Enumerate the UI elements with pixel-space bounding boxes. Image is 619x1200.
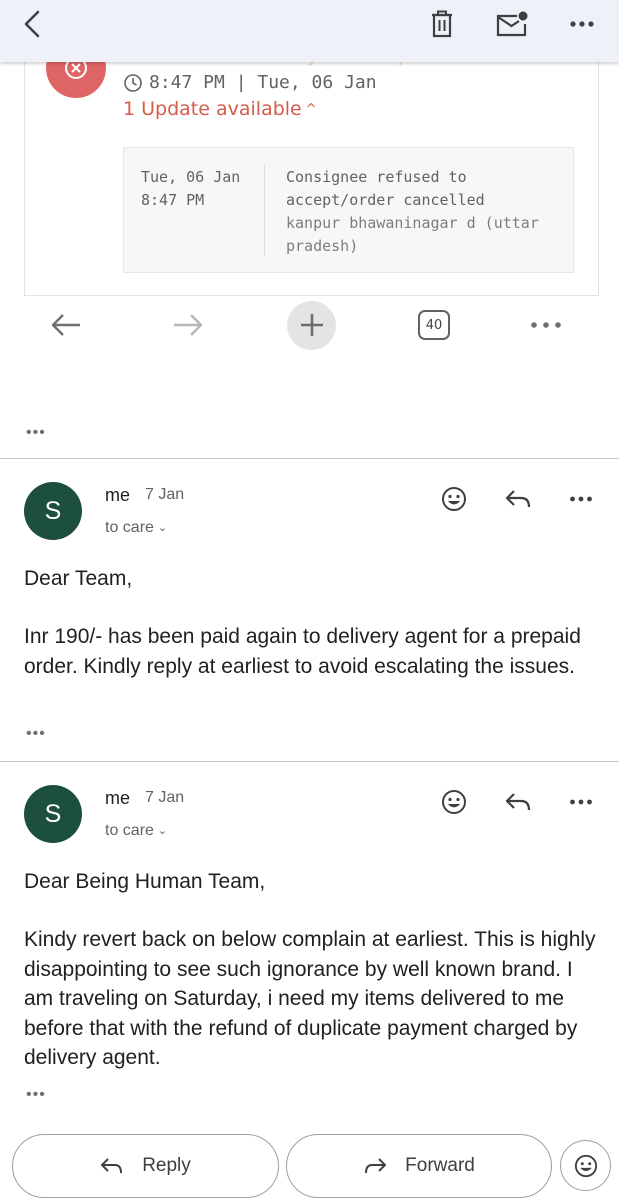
- chevron-up-icon: ^: [305, 102, 317, 117]
- chevron-down-icon: ⌄: [157, 522, 168, 534]
- forward-icon: [365, 1158, 387, 1174]
- plus-circle: [287, 300, 336, 350]
- chevron-left-icon: [24, 10, 40, 38]
- message-date: 7 Jan: [145, 789, 185, 806]
- reply-icon: [101, 1158, 123, 1174]
- top-toolbar: [0, 0, 619, 62]
- tracking-location: kanpur bhawaninagar d (uttar pradesh): [286, 214, 539, 255]
- update-available-label: 1 Update available: [123, 98, 302, 120]
- emoji-icon: [442, 790, 466, 814]
- page-count-button[interactable]: 40: [416, 300, 452, 350]
- message-more-button[interactable]: [563, 481, 599, 517]
- add-reaction-button[interactable]: [436, 481, 472, 517]
- sender-name: me: [105, 485, 131, 505]
- page-count: 40: [418, 310, 450, 340]
- forward-label: Forward: [405, 1155, 475, 1176]
- trash-icon: [432, 10, 452, 38]
- recipients-label: to care: [105, 519, 154, 536]
- add-button[interactable]: [287, 300, 336, 350]
- message-item: S me 7 Jan to care ⌄ Dear Being Human Tea…: [0, 762, 619, 1122]
- reply-icon-button[interactable]: [500, 481, 536, 517]
- reply-icon-button[interactable]: [500, 784, 536, 820]
- mark-unread-button[interactable]: [492, 6, 532, 42]
- reply-button[interactable]: Reply: [12, 1134, 279, 1198]
- more-options-button[interactable]: [562, 6, 602, 42]
- mail-badge-icon: [496, 11, 528, 37]
- show-trimmed-content-button[interactable]: •••: [26, 1087, 46, 1103]
- more-horizontal-icon: [570, 21, 594, 27]
- chevron-down-icon: ⌄: [157, 825, 168, 837]
- back-button[interactable]: [12, 6, 52, 42]
- emoji-icon: [574, 1154, 597, 1177]
- show-trimmed-content-button[interactable]: •••: [26, 425, 46, 441]
- recipients-label: to care: [105, 822, 154, 839]
- tracking-datetime: Tue, 06 Jan 8:47 PM: [141, 166, 251, 212]
- arrow-right-icon: [174, 314, 203, 336]
- clock-icon: [124, 73, 142, 92]
- avatar[interactable]: S: [24, 785, 82, 843]
- message-more-button[interactable]: [563, 784, 599, 820]
- message-greeting: Dear Being Human Team,: [24, 870, 266, 893]
- tracking-divider: [264, 164, 265, 256]
- avatar[interactable]: S: [24, 482, 82, 540]
- tracking-pager: 40: [0, 300, 619, 350]
- message-greeting: Dear Team,: [24, 567, 133, 590]
- delivery-time: 8:47 PM | Tue, 06 Jan: [149, 72, 377, 93]
- tracking-time: 8:47 PM: [141, 191, 205, 209]
- reply-label: Reply: [142, 1155, 191, 1176]
- update-available-link[interactable]: 1 Update available ^: [123, 98, 317, 120]
- more-horizontal-icon: [570, 496, 592, 502]
- delete-button[interactable]: [422, 6, 462, 42]
- next-button[interactable]: [166, 300, 210, 350]
- tracking-status-block: Consignee refused to accept/order cancel…: [286, 166, 556, 258]
- more-horizontal-icon: [570, 799, 592, 805]
- pager-more-button[interactable]: [526, 300, 566, 350]
- tracking-detail-box: Tue, 06 Jan 8:47 PM Consignee refused to…: [123, 147, 574, 273]
- tracking-status: Consignee refused to accept/order cancel…: [286, 168, 485, 209]
- tracking-date: Tue, 06 Jan: [141, 168, 241, 186]
- message-date: 7 Jan: [145, 486, 185, 503]
- show-trimmed-content-button[interactable]: •••: [26, 726, 46, 742]
- recipients-toggle[interactable]: to care ⌄: [105, 822, 167, 840]
- sender-name: me: [105, 788, 131, 808]
- message-item: S me 7 Jan to care ⌄ Dear Team, Inr 190/-…: [0, 459, 619, 761]
- plus-icon: [300, 314, 323, 336]
- delivery-time-row: 8:47 PM | Tue, 06 Jan: [123, 72, 377, 93]
- add-reaction-button[interactable]: [436, 784, 472, 820]
- recipients-toggle[interactable]: to care ⌄: [105, 519, 167, 537]
- previous-button[interactable]: [44, 300, 88, 350]
- react-emoji-button[interactable]: [560, 1140, 611, 1191]
- reply-icon: [505, 490, 531, 508]
- reply-icon: [505, 793, 531, 811]
- arrow-left-icon: [51, 314, 80, 336]
- more-horizontal-icon: [531, 322, 561, 328]
- forward-button[interactable]: Forward: [286, 1134, 552, 1198]
- message-body: Inr 190/- has been paid again to deliver…: [24, 625, 581, 678]
- message-body: Kindy revert back on below complain at e…: [24, 928, 596, 1069]
- emoji-icon: [442, 487, 466, 511]
